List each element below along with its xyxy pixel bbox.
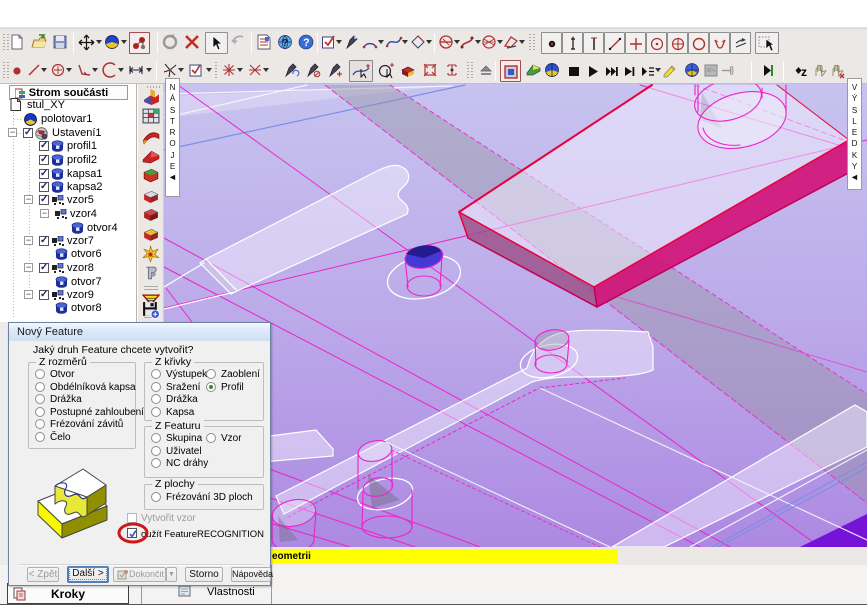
svg-text:?: ? (303, 37, 310, 49)
svg-text:?: ? (282, 38, 288, 49)
